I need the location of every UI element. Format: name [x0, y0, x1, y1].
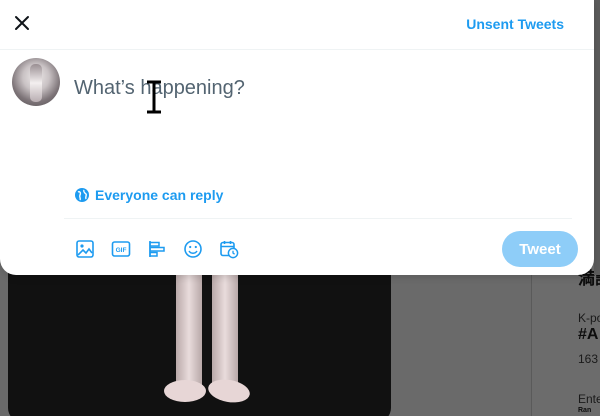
reply-settings-label: Everyone can reply [95, 187, 224, 203]
photo-shoe-right [206, 376, 252, 406]
trend-count: 163 [578, 352, 599, 366]
compose-tweet-input[interactable] [74, 73, 564, 103]
compose-tweet-modal: Unsent Tweets Everyone can reply GIF [0, 0, 594, 275]
reply-settings-button[interactable]: Everyone can reply [74, 185, 223, 205]
schedule-icon [220, 241, 239, 259]
trend-hashtag[interactable]: #A [578, 326, 598, 344]
close-button[interactable] [6, 7, 38, 39]
image-icon [76, 240, 94, 258]
media-button[interactable] [72, 236, 108, 262]
avatar[interactable] [12, 58, 60, 106]
background-media-photo [8, 262, 391, 416]
photo-shoe-left [164, 380, 206, 402]
poll-button[interactable] [144, 236, 180, 262]
backdrop-strip [594, 0, 600, 275]
emoji-icon [184, 240, 202, 258]
schedule-button[interactable] [216, 236, 252, 262]
modal-header: Unsent Tweets [0, 0, 594, 50]
unsent-tweets-link[interactable]: Unsent Tweets [466, 16, 564, 32]
emoji-button[interactable] [180, 236, 216, 262]
svg-text:GIF: GIF [116, 247, 127, 254]
photo-leg-left [176, 262, 202, 390]
gif-icon: GIF [111, 241, 131, 257]
trend-category: K-po [578, 311, 600, 325]
divider [64, 218, 572, 219]
close-icon [15, 16, 29, 30]
compose-toolbar: GIF [72, 236, 252, 262]
photo-leg-right [212, 262, 238, 390]
trend-category: Ente [578, 392, 600, 406]
poll-icon [149, 241, 165, 257]
trend-rank: Ran [578, 407, 592, 414]
tweet-button[interactable]: Tweet [502, 231, 578, 267]
globe-icon [75, 188, 89, 202]
gif-button[interactable]: GIF [108, 236, 144, 262]
